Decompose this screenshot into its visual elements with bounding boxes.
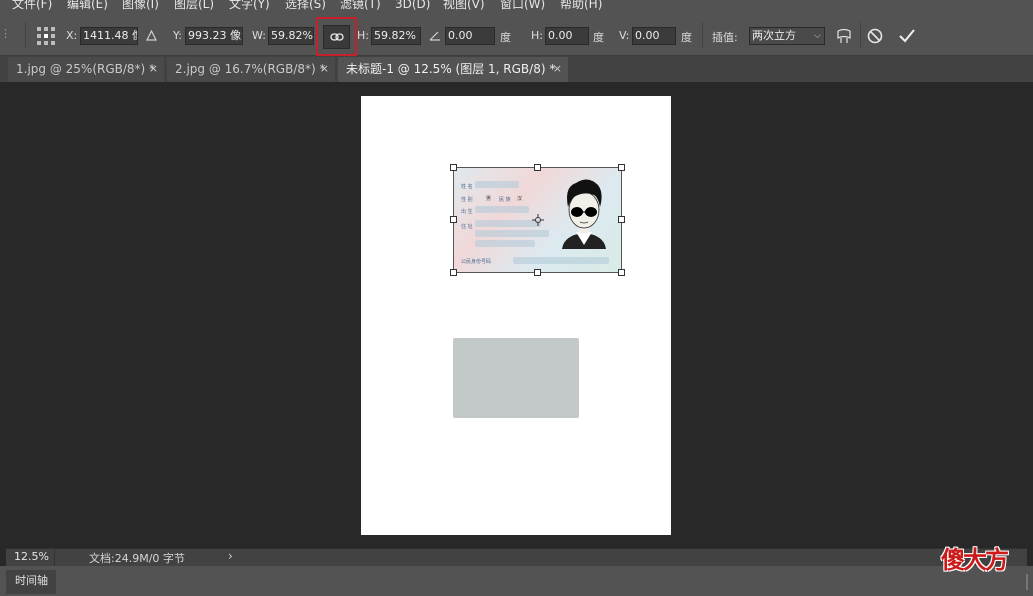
watermark-logo: 傻大方 xyxy=(941,546,1009,574)
document-canvas[interactable] xyxy=(361,96,671,535)
transform-center-icon[interactable] xyxy=(532,214,544,226)
tab-document-1[interactable]: 1.jpg @ 25%(RGB/8*) * × xyxy=(8,57,164,82)
w-label: W: xyxy=(252,29,266,42)
x-label: X: xyxy=(66,29,78,42)
interpolation-label: 插值: xyxy=(712,31,738,44)
transform-handle-bottom-left[interactable] xyxy=(450,269,457,276)
transform-handle-bottom-center[interactable] xyxy=(534,269,541,276)
panel-grip-icon[interactable] xyxy=(1026,574,1028,590)
options-bar: ⋮ X: 1411.48 像 Y: 993.23 像素 W: 59.82% H:… xyxy=(0,13,1033,56)
delta-icon[interactable] xyxy=(146,30,157,41)
transform-handle-bottom-right[interactable] xyxy=(618,269,625,276)
h-label: H: xyxy=(357,29,369,42)
tab-label: 1.jpg @ 25%(RGB/8*) * xyxy=(16,62,156,76)
menu-filter[interactable]: 滤镜(T) xyxy=(340,0,381,11)
y-label: Y: xyxy=(173,29,182,42)
x-position-input[interactable]: 1411.48 像 xyxy=(80,27,138,45)
width-input[interactable]: 59.82% xyxy=(268,27,314,45)
rotate-angle-icon xyxy=(429,31,440,41)
separator xyxy=(25,22,26,48)
tab-label: 2.jpg @ 16.7%(RGB/8*) * xyxy=(175,62,326,76)
status-menu-arrow[interactable]: › xyxy=(228,549,233,563)
menu-layer[interactable]: 图层(L) xyxy=(174,0,214,11)
document-size: 文档:24.9M/0 字节 xyxy=(89,552,185,565)
tab-document-3[interactable]: 未标题-1 @ 12.5% (图层 1, RGB/8) * × xyxy=(338,57,568,82)
interpolation-select[interactable]: 两次立方 ⌵ xyxy=(749,27,825,45)
menu-select[interactable]: 选择(S) xyxy=(285,0,326,11)
rotate-angle-input[interactable]: 0.00 xyxy=(445,27,495,45)
transform-handle-top-center[interactable] xyxy=(534,164,541,171)
gray-placeholder-rectangle[interactable] xyxy=(453,338,579,418)
menu-help[interactable]: 帮助(H) xyxy=(560,0,602,11)
maintain-aspect-ratio-button[interactable] xyxy=(323,25,350,49)
transform-handle-middle-left[interactable] xyxy=(450,216,457,223)
transform-handle-top-left[interactable] xyxy=(450,164,457,171)
v-skew-input[interactable]: 0.00 xyxy=(632,27,676,45)
status-bar: 12.5% 文档:24.9M/0 字节 › xyxy=(6,548,1027,566)
separator xyxy=(860,22,861,48)
h-skew-label: H: xyxy=(531,29,543,42)
warp-mode-icon[interactable] xyxy=(835,27,853,45)
chevron-down-icon: ⌵ xyxy=(814,31,821,41)
zoom-level[interactable]: 12.5% xyxy=(14,550,49,563)
menu-window[interactable]: 窗口(W) xyxy=(500,0,545,11)
h-skew-input[interactable]: 0.00 xyxy=(545,27,589,45)
close-icon[interactable]: × xyxy=(320,57,329,81)
transform-handle-top-right[interactable] xyxy=(618,164,625,171)
close-icon[interactable]: × xyxy=(553,57,562,81)
timeline-label: 时间轴 xyxy=(15,574,48,587)
tab-timeline[interactable]: 时间轴 xyxy=(6,570,56,594)
reference-point-icon[interactable] xyxy=(37,27,55,45)
menu-view[interactable]: 视图(V) xyxy=(443,0,485,11)
y-position-input[interactable]: 993.23 像素 xyxy=(185,27,243,45)
transform-handle-middle-right[interactable] xyxy=(618,216,625,223)
tab-document-2[interactable]: 2.jpg @ 16.7%(RGB/8*) * × xyxy=(167,57,335,82)
separator xyxy=(702,22,703,48)
menu-image[interactable]: 图像(I) xyxy=(122,0,159,11)
tool-grip-icon: ⋮ xyxy=(0,27,11,40)
menu-3d[interactable]: 3D(D) xyxy=(395,0,430,11)
cancel-transform-icon[interactable] xyxy=(867,28,883,44)
h-skew-unit: 度 xyxy=(593,31,604,44)
v-skew-label: V: xyxy=(619,29,630,42)
timeline-panel: 时间轴 xyxy=(0,566,1033,596)
angle-unit: 度 xyxy=(500,31,511,44)
menu-bar: 文件(F) 编辑(E) 图像(I) 图层(L) 文字(Y) 选择(S) 滤镜(T… xyxy=(0,0,1033,13)
interpolation-value: 两次立方 xyxy=(752,29,796,42)
tab-label: 未标题-1 @ 12.5% (图层 1, RGB/8) * xyxy=(346,62,556,76)
menu-type[interactable]: 文字(Y) xyxy=(229,0,270,11)
menu-file[interactable]: 文件(F) xyxy=(12,0,52,11)
separator xyxy=(54,549,55,566)
document-tab-bar: 1.jpg @ 25%(RGB/8*) * × 2.jpg @ 16.7%(RG… xyxy=(0,56,1033,82)
height-input[interactable]: 59.82% xyxy=(371,27,421,45)
close-icon[interactable]: × xyxy=(149,57,158,81)
v-skew-unit: 度 xyxy=(681,31,692,44)
link-icon xyxy=(330,33,344,41)
commit-transform-icon[interactable] xyxy=(898,28,916,44)
menu-edit[interactable]: 编辑(E) xyxy=(67,0,108,11)
